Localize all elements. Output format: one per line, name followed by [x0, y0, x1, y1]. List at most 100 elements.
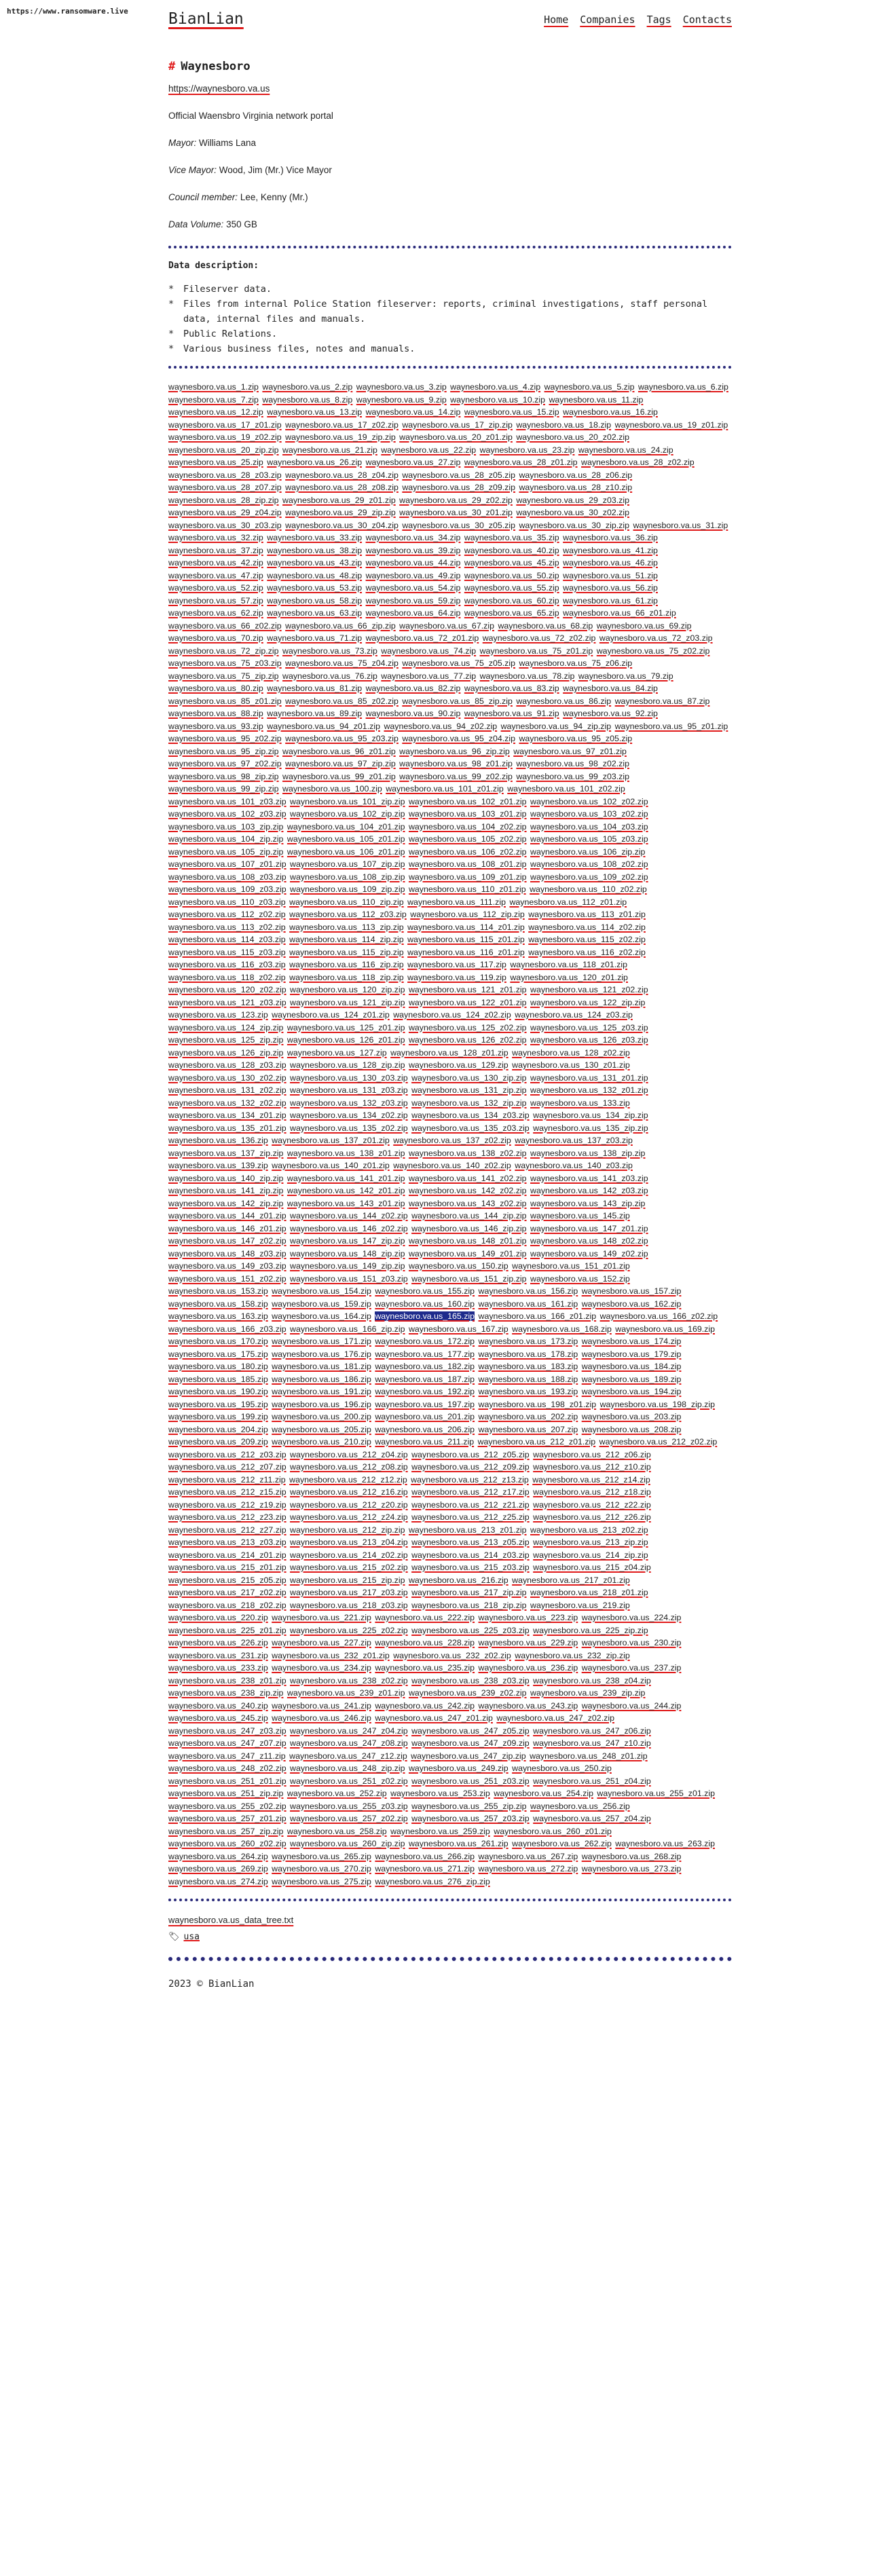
file-link[interactable]: waynesboro.va.us_218_zip.zip [411, 1601, 526, 1610]
file-link[interactable]: waynesboro.va.us_122_zip.zip [530, 998, 645, 1007]
file-link[interactable]: waynesboro.va.us_159.zip [272, 1299, 371, 1309]
file-link[interactable]: waynesboro.va.us_62.zip [168, 608, 263, 618]
file-link[interactable]: waynesboro.va.us_95_z02.zip [168, 734, 282, 743]
file-link[interactable]: waynesboro.va.us_131_z03.zip [290, 1085, 408, 1095]
file-link[interactable]: waynesboro.va.us_166_zip.zip [290, 1324, 405, 1334]
file-link[interactable]: waynesboro.va.us_121_z02.zip [530, 985, 648, 994]
file-link[interactable]: waynesboro.va.us_181.zip [272, 1362, 371, 1371]
file-link[interactable]: waynesboro.va.us_132_z01.zip [530, 1085, 648, 1095]
file-link[interactable]: waynesboro.va.us_257_z03.zip [411, 1814, 530, 1823]
file-link[interactable]: waynesboro.va.us_147_z02.zip [168, 1236, 286, 1246]
file-link[interactable]: waynesboro.va.us_148_zip.zip [290, 1249, 405, 1258]
file-link[interactable]: waynesboro.va.us_29_z01.zip [282, 496, 396, 505]
file-link[interactable]: waynesboro.va.us_140_z01.zip [272, 1161, 390, 1170]
file-link[interactable]: waynesboro.va.us_8.zip [262, 395, 352, 405]
file-link[interactable]: waynesboro.va.us_32.zip [168, 533, 263, 542]
file-link[interactable]: waynesboro.va.us_149_z02.zip [530, 1249, 648, 1258]
file-link[interactable]: waynesboro.va.us_212_z01.zip [478, 1437, 596, 1446]
file-link[interactable]: waynesboro.va.us_106_zip.zip [530, 847, 645, 857]
file-link[interactable]: waynesboro.va.us_52.zip [168, 583, 263, 593]
file-link[interactable]: waynesboro.va.us_239_z02.zip [409, 1688, 527, 1698]
file-link[interactable]: waynesboro.va.us_15.zip [464, 407, 559, 417]
file-link[interactable]: waynesboro.va.us_112_z02.zip [168, 910, 286, 919]
file-link[interactable]: waynesboro.va.us_152.zip [530, 1274, 630, 1284]
file-link[interactable]: waynesboro.va.us_253.zip [390, 1789, 490, 1798]
file-link[interactable]: waynesboro.va.us_134_z03.zip [411, 1110, 530, 1120]
file-link[interactable]: waynesboro.va.us_255_z02.zip [168, 1802, 286, 1811]
file-link[interactable]: waynesboro.va.us_268.zip [582, 1852, 682, 1861]
file-link[interactable]: waynesboro.va.us_100.zip [282, 784, 382, 794]
file-link[interactable]: waynesboro.va.us_137_z02.zip [393, 1136, 511, 1145]
file-link[interactable]: waynesboro.va.us_174.zip [582, 1337, 682, 1346]
file-link[interactable]: waynesboro.va.us_247_z08.zip [290, 1738, 408, 1748]
file-link[interactable]: waynesboro.va.us_113_z02.zip [168, 922, 286, 932]
file-link[interactable]: waynesboro.va.us_213_z04.zip [290, 1537, 408, 1547]
file-link[interactable]: waynesboro.va.us_102_z01.zip [409, 797, 527, 806]
file-link[interactable]: waynesboro.va.us_29_z03.zip [516, 496, 629, 505]
file-link[interactable]: waynesboro.va.us_114_zip.zip [289, 935, 404, 944]
file-link[interactable]: waynesboro.va.us_158.zip [168, 1299, 268, 1309]
file-link[interactable]: waynesboro.va.us_132_z02.zip [168, 1098, 286, 1108]
file-link[interactable]: waynesboro.va.us_128_zip.zip [290, 1060, 405, 1070]
file-link[interactable]: waynesboro.va.us_112_z03.zip [289, 910, 407, 919]
file-link[interactable]: waynesboro.va.us_271.zip [375, 1864, 475, 1873]
file-link[interactable]: waynesboro.va.us_56.zip [563, 583, 658, 593]
file-link[interactable]: waynesboro.va.us_111.zip [407, 897, 506, 907]
file-link[interactable]: waynesboro.va.us_244.zip [582, 1701, 682, 1711]
file-link[interactable]: waynesboro.va.us_144_zip.zip [411, 1211, 526, 1220]
file-link[interactable]: waynesboro.va.us_225_zip.zip [533, 1626, 648, 1635]
file-link[interactable]: waynesboro.va.us_238_z04.zip [533, 1676, 651, 1685]
file-link[interactable]: waynesboro.va.us_113_z01.zip [528, 910, 646, 919]
file-link[interactable]: waynesboro.va.us_18.zip [516, 420, 611, 430]
file-link[interactable]: waynesboro.va.us_212_z18.zip [533, 1487, 651, 1497]
file-link[interactable]: waynesboro.va.us_212_z24.zip [290, 1512, 408, 1522]
file-link[interactable]: waynesboro.va.us_26.zip [267, 458, 362, 467]
file-link[interactable]: waynesboro.va.us_239_zip.zip [530, 1688, 645, 1698]
file-link[interactable]: waynesboro.va.us_110_z02.zip [530, 884, 647, 894]
file-link[interactable]: waynesboro.va.us_42.zip [168, 558, 263, 567]
file-link[interactable]: waynesboro.va.us_125_z01.zip [287, 1023, 405, 1032]
file-link[interactable]: waynesboro.va.us_168.zip [512, 1324, 612, 1334]
file-link[interactable]: waynesboro.va.us_212_z11.zip [168, 1475, 286, 1485]
file-link[interactable]: waynesboro.va.us_58.zip [267, 596, 362, 605]
file-link[interactable]: waynesboro.va.us_166_z01.zip [479, 1311, 597, 1321]
file-link[interactable]: waynesboro.va.us_122_z01.zip [409, 998, 527, 1007]
file-link[interactable]: waynesboro.va.us_107_z01.zip [168, 859, 286, 869]
file-link[interactable]: waynesboro.va.us_165.zip [375, 1311, 475, 1321]
file-link[interactable]: waynesboro.va.us_203.zip [582, 1412, 682, 1421]
file-link[interactable]: waynesboro.va.us_129.zip [409, 1060, 509, 1070]
file-link[interactable]: waynesboro.va.us_130_zip.zip [411, 1073, 526, 1083]
file-link[interactable]: waynesboro.va.us_99_z03.zip [516, 772, 629, 781]
file-link[interactable]: waynesboro.va.us_98_z02.zip [516, 759, 629, 768]
file-link[interactable]: waynesboro.va.us_166_z03.zip [168, 1324, 286, 1334]
file-link[interactable]: waynesboro.va.us_25.zip [168, 458, 263, 467]
file-link[interactable]: waynesboro.va.us_270.zip [272, 1864, 371, 1873]
file-link[interactable]: waynesboro.va.us_96_zip.zip [399, 747, 510, 756]
file-link[interactable]: waynesboro.va.us_212_zip.zip [290, 1525, 405, 1535]
file-link[interactable]: waynesboro.va.us_215_z05.zip [168, 1575, 286, 1585]
file-link[interactable]: waynesboro.va.us_72_zip.zip [168, 646, 279, 656]
file-link[interactable]: waynesboro.va.us_217_z02.zip [168, 1588, 286, 1597]
file-link[interactable]: waynesboro.va.us_105_z03.zip [530, 834, 648, 844]
file-link[interactable]: waynesboro.va.us_136.zip [168, 1136, 268, 1145]
file-link[interactable]: waynesboro.va.us_114_z01.zip [407, 922, 525, 932]
file-link[interactable]: waynesboro.va.us_89.zip [267, 709, 362, 718]
file-link[interactable]: waynesboro.va.us_28_z04.zip [285, 470, 399, 480]
file-link[interactable]: waynesboro.va.us_135_z03.zip [411, 1123, 530, 1133]
file-link[interactable]: waynesboro.va.us_247_z11.zip [168, 1751, 286, 1761]
file-link[interactable]: waynesboro.va.us_243.zip [479, 1701, 578, 1711]
file-link[interactable]: waynesboro.va.us_13.zip [267, 407, 362, 417]
file-link[interactable]: waynesboro.va.us_141_zip.zip [168, 1186, 283, 1195]
file-link[interactable]: waynesboro.va.us_151_z02.zip [168, 1274, 286, 1284]
file-link[interactable]: waynesboro.va.us_142_z01.zip [287, 1186, 405, 1195]
file-link[interactable]: waynesboro.va.us_19_z02.zip [168, 432, 282, 442]
file-link[interactable]: waynesboro.va.us_266.zip [375, 1852, 475, 1861]
file-link[interactable]: waynesboro.va.us_85_zip.zip [402, 696, 513, 706]
file-link[interactable]: waynesboro.va.us_172.zip [375, 1337, 475, 1346]
file-link[interactable]: waynesboro.va.us_127.zip [287, 1048, 387, 1058]
file-link[interactable]: waynesboro.va.us_144_z01.zip [168, 1211, 286, 1220]
file-link[interactable]: waynesboro.va.us_213_z02.zip [530, 1525, 648, 1535]
file-link[interactable]: waynesboro.va.us_241.zip [272, 1701, 371, 1711]
file-link[interactable]: waynesboro.va.us_31.zip [633, 521, 728, 530]
file-link[interactable]: waynesboro.va.us_192.zip [375, 1387, 475, 1396]
